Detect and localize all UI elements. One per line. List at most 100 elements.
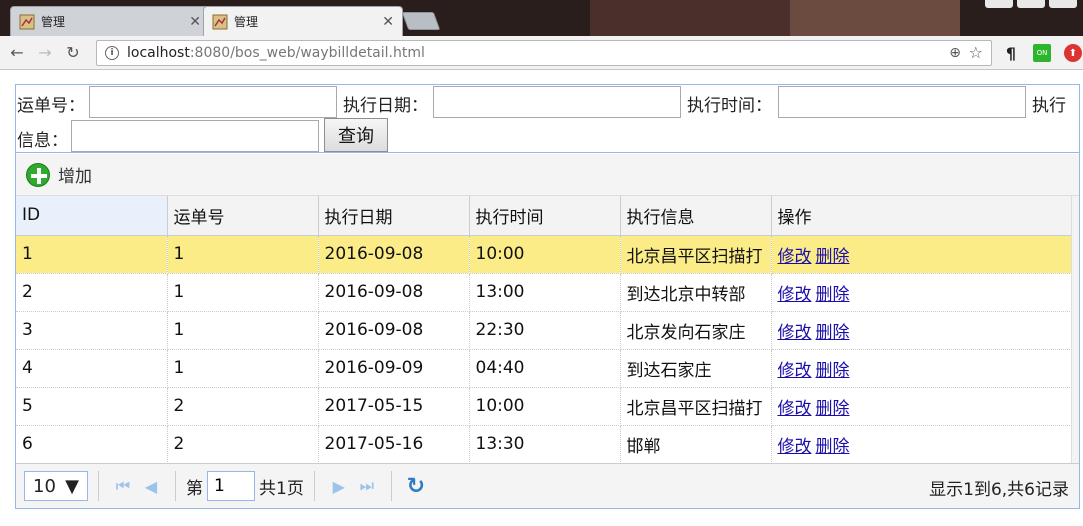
page-size-select[interactable]: 10 ▼ bbox=[24, 471, 88, 501]
cell-id: 5 bbox=[16, 387, 168, 426]
edit-link[interactable]: 修改 bbox=[778, 437, 812, 457]
exec-date-input[interactable] bbox=[433, 86, 681, 118]
extension-upload-icon[interactable]: ⬆ bbox=[1064, 44, 1082, 62]
refresh-icon[interactable]: ↻ bbox=[402, 472, 430, 500]
cell-actions: 修改 删除 bbox=[771, 349, 1072, 388]
desktop-background bbox=[790, 0, 960, 36]
cell-date: 2016-09-08 bbox=[318, 273, 470, 312]
cell-actions: 修改 删除 bbox=[771, 311, 1072, 350]
cell-date: 2016-09-08 bbox=[318, 311, 470, 350]
edit-link[interactable]: 修改 bbox=[778, 361, 812, 381]
cell-id: 1 bbox=[16, 235, 168, 274]
url-host: localhost bbox=[127, 45, 190, 61]
minimize-button[interactable] bbox=[985, 0, 1013, 8]
extension-pilcrow-icon[interactable]: ¶ bbox=[1002, 44, 1020, 63]
cell-date: 2016-09-08 bbox=[318, 235, 470, 274]
column-header-time[interactable]: 执行时间 bbox=[469, 196, 621, 236]
grid-scroll-gutter bbox=[1071, 196, 1079, 464]
desktop-background bbox=[590, 0, 790, 36]
reload-icon[interactable]: ↻ bbox=[62, 42, 84, 64]
tab-close-icon[interactable]: ✕ bbox=[189, 14, 201, 30]
prev-page-icon[interactable]: ◀ bbox=[137, 472, 165, 500]
table-row[interactable]: 4 1 2016-09-09 04:40 到达石家庄 修改 删除 bbox=[16, 349, 1072, 388]
waybill-number-input[interactable] bbox=[89, 86, 337, 118]
exec-time-input[interactable] bbox=[778, 86, 1026, 118]
delete-link[interactable]: 删除 bbox=[816, 323, 850, 343]
delete-link[interactable]: 删除 bbox=[816, 437, 850, 457]
delete-link[interactable]: 删除 bbox=[816, 399, 850, 419]
tab-title: 管理 bbox=[41, 15, 66, 29]
cell-info: 北京昌平区扫描打 bbox=[620, 235, 772, 274]
new-tab-button[interactable] bbox=[401, 12, 441, 30]
cell-time: 04:40 bbox=[469, 349, 621, 388]
column-header-info[interactable]: 执行信息 bbox=[620, 196, 772, 236]
cell-waybill: 1 bbox=[167, 235, 319, 274]
table-row[interactable]: 2 1 2016-09-08 13:00 到达北京中转部 修改 删除 bbox=[16, 273, 1072, 312]
tab-close-icon[interactable]: ✕ bbox=[382, 14, 394, 30]
cell-actions: 修改 删除 bbox=[771, 387, 1072, 426]
zoom-icon[interactable]: ⊕ bbox=[949, 45, 961, 61]
column-header-date[interactable]: 执行日期 bbox=[318, 196, 470, 236]
close-window-button[interactable] bbox=[1049, 0, 1077, 8]
edit-link[interactable]: 修改 bbox=[778, 399, 812, 419]
address-bar[interactable]: i localhost:8080/bos_web/waybilldetail.h… bbox=[96, 40, 992, 66]
edit-link[interactable]: 修改 bbox=[778, 285, 812, 305]
exec-info-label-start: 执行 bbox=[1032, 96, 1066, 116]
pager-separator bbox=[98, 471, 99, 501]
exec-info-input[interactable] bbox=[71, 120, 319, 152]
site-info-icon[interactable]: i bbox=[105, 46, 119, 60]
browser-tab-2[interactable]: 管理 ✕ bbox=[203, 6, 403, 36]
tab-title: 管理 bbox=[234, 15, 259, 29]
pagination-info: 显示1到6,共6记录 bbox=[929, 480, 1069, 500]
page-size-value: 10 bbox=[33, 475, 56, 497]
pagination-bar: 10 ▼ ⏮ ◀ 第 共1页 ▶ ⏭ ↻ 显示1到6,共6记录 bbox=[16, 463, 1079, 508]
table-row[interactable]: 5 2 2017-05-15 10:00 北京昌平区扫描打 修改 删除 bbox=[16, 387, 1072, 426]
forward-arrow-icon[interactable]: → bbox=[34, 42, 56, 64]
browser-tab-1[interactable]: 管理 ✕ bbox=[10, 6, 210, 36]
next-page-icon[interactable]: ▶ bbox=[325, 472, 353, 500]
query-button[interactable]: 查询 bbox=[324, 118, 388, 152]
cell-waybill: 2 bbox=[167, 425, 319, 464]
edit-link[interactable]: 修改 bbox=[778, 247, 812, 267]
maximize-button[interactable] bbox=[1017, 0, 1045, 8]
column-header-id[interactable]: ID bbox=[16, 196, 168, 236]
grid-toolbar: 增加 bbox=[16, 154, 1079, 196]
delete-link[interactable]: 删除 bbox=[816, 247, 850, 267]
delete-link[interactable]: 删除 bbox=[816, 361, 850, 381]
cell-info: 北京发向石家庄 bbox=[620, 311, 772, 350]
cell-date: 2017-05-16 bbox=[318, 425, 470, 464]
cell-time: 10:00 bbox=[469, 387, 621, 426]
edit-link[interactable]: 修改 bbox=[778, 323, 812, 343]
column-header-actions[interactable]: 操作 bbox=[771, 196, 1072, 236]
column-header-waybill[interactable]: 运单号 bbox=[167, 196, 319, 236]
cell-waybill: 1 bbox=[167, 311, 319, 350]
waybill-detail-panel: 运单号： 执行日期： 执行时间： 执行 信息： 查询 增加 ID 运单号 执行日… bbox=[15, 84, 1080, 509]
waybill-detail-table: ID 运单号 执行日期 执行时间 执行信息 操作 1 1 2016-09-08 10:… bbox=[16, 196, 1072, 464]
delete-link[interactable]: 删除 bbox=[816, 285, 850, 305]
pager-separator bbox=[175, 471, 176, 501]
page-prefix-label: 第 bbox=[186, 478, 203, 499]
cell-waybill: 1 bbox=[167, 349, 319, 388]
extension-on-icon[interactable]: ON bbox=[1033, 44, 1051, 62]
first-page-icon[interactable]: ⏮ bbox=[109, 472, 137, 500]
table-row[interactable]: 6 2 2017-05-16 13:30 邯郸 修改 删除 bbox=[16, 425, 1072, 464]
exec-time-label: 执行时间： bbox=[687, 96, 772, 116]
page-number-input[interactable] bbox=[207, 471, 255, 501]
browser-toolbar: ← → ↻ i localhost:8080/bos_web/waybillde… bbox=[0, 36, 1083, 70]
cell-actions: 修改 删除 bbox=[771, 235, 1072, 274]
cell-actions: 修改 删除 bbox=[771, 273, 1072, 312]
cell-id: 6 bbox=[16, 425, 168, 464]
waybill-number-label: 运单号： bbox=[17, 96, 85, 116]
cell-id: 2 bbox=[16, 273, 168, 312]
cell-time: 10:00 bbox=[469, 235, 621, 274]
add-icon[interactable] bbox=[26, 162, 50, 187]
cell-date: 2017-05-15 bbox=[318, 387, 470, 426]
pager-separator bbox=[313, 471, 315, 501]
add-button-label[interactable]: 增加 bbox=[58, 162, 92, 187]
last-page-icon[interactable]: ⏭ bbox=[353, 472, 381, 500]
cell-time: 13:00 bbox=[469, 273, 621, 312]
table-row[interactable]: 3 1 2016-09-08 22:30 北京发向石家庄 修改 删除 bbox=[16, 311, 1072, 350]
bookmark-star-icon[interactable]: ☆ bbox=[969, 43, 983, 62]
back-arrow-icon[interactable]: ← bbox=[6, 42, 28, 64]
table-row[interactable]: 1 1 2016-09-08 10:00 北京昌平区扫描打 修改 删除 bbox=[16, 235, 1072, 274]
